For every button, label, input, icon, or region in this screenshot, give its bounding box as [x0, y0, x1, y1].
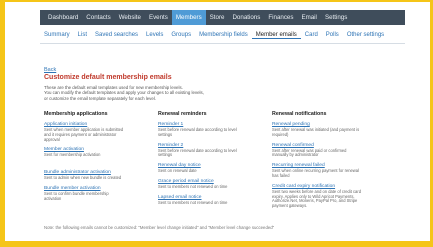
desc-line: Sent on renewal date: [158, 168, 197, 174]
desc-line: settings: [158, 131, 173, 137]
email-description: Sent on renewal date: [158, 168, 268, 174]
desc-line: payment gateways.: [272, 203, 308, 209]
desc-line: Sent to members not renewed on time: [158, 183, 228, 189]
desc-line: required): [272, 131, 289, 137]
email-entry: Reminder 2 Sent before renewal date acco…: [158, 143, 268, 159]
subnav-divider: [40, 43, 405, 44]
email-entry: Renewal pending Sent after renewal was i…: [272, 122, 400, 138]
email-description: Sent to admin when new bundle is created: [44, 175, 154, 181]
back-link[interactable]: Back: [44, 67, 56, 73]
topnav-item-settings[interactable]: Settings: [321, 10, 351, 25]
email-description: Sent after renewal was initiated (and pa…: [272, 127, 400, 138]
desc-line: manually by administrator: [272, 152, 319, 158]
desc-line: Sent for membership activation: [44, 152, 101, 158]
subnav-item-polls[interactable]: Polls: [322, 32, 343, 38]
email-description: Sent to members not renewed on time: [158, 199, 268, 206]
email-entry: Bundle administrator activation Sent to …: [44, 170, 154, 181]
email-entry: Renewal confirmed Sent after renewal was…: [272, 143, 400, 159]
subnav-item-other-settings[interactable]: Other settings: [343, 32, 388, 38]
email-entry: Reminder 1 Sent before renewal date acco…: [158, 122, 268, 138]
email-description: Sent before renewal date according to le…: [158, 127, 268, 138]
desc-line: has failed: [272, 172, 290, 178]
page-title: Customize default membership emails: [44, 74, 172, 81]
email-entry: Recurring renewal failed Sent when onlin…: [272, 163, 400, 179]
email-entry: Renewal day notice Sent on renewal date: [158, 163, 268, 174]
sub-navigation: Summary List Saved searches Levels Group…: [40, 28, 405, 42]
desc-line: Sent to admin when new bundle is created: [44, 175, 122, 181]
subnav-item-summary[interactable]: Summary: [40, 32, 74, 38]
topnav-item-email[interactable]: Email: [297, 10, 320, 25]
topnav-item-store[interactable]: Store: [206, 10, 229, 25]
subnav-item-levels[interactable]: Levels: [142, 32, 167, 38]
email-description: Sent before renewal date according to le…: [158, 148, 268, 159]
column-heading: Renewal reminders: [158, 111, 207, 117]
topnav-item-donations[interactable]: Donations: [228, 10, 264, 25]
email-description: Sent to confirm bundle membership activa…: [44, 191, 154, 202]
subnav-item-saved-searches[interactable]: Saved searches: [91, 32, 142, 38]
topnav-item-members[interactable]: Members: [171, 10, 206, 25]
topnav-item-events[interactable]: Events: [145, 10, 172, 25]
email-entry: Member activation Sent for membership ac…: [44, 147, 154, 158]
footer-note: Note: the following emails cannot be cus…: [44, 225, 275, 230]
column-heading: Membership applications: [44, 111, 108, 117]
topnav-item-contacts[interactable]: Contacts: [82, 10, 114, 25]
topnav-item-finances[interactable]: Finances: [264, 10, 297, 25]
desc-line: activation: [44, 195, 62, 201]
column-renewal-reminders: Renewal reminders Reminder 1 Sent before…: [158, 111, 268, 211]
intro-text: These are the default email templates us…: [44, 85, 264, 101]
topnav-item-website[interactable]: Website: [115, 10, 145, 25]
top-navigation: Dashboard Contacts Website Events Member…: [40, 10, 405, 25]
desc-line: Sent to members not renewed on time: [158, 199, 228, 205]
column-renewal-notifications: Renewal notifications Renewal pending Se…: [272, 111, 400, 214]
email-description: Sent when online recurring payment for r…: [272, 168, 400, 179]
email-description: Sent when member application is submitte…: [44, 127, 154, 142]
column-membership-applications: Membership applications Application init…: [44, 111, 154, 207]
email-entry: Lapsed email notice Sent to members not …: [158, 195, 268, 206]
email-description: Sent after renewal was paid or confirmed…: [272, 148, 400, 159]
subnav-item-member-emails[interactable]: Member emails: [251, 32, 301, 39]
subnav-item-card[interactable]: Card: [301, 32, 322, 38]
desc-line: settings: [158, 152, 173, 158]
email-entry: Grace period email notice Sent to member…: [158, 179, 268, 190]
subnav-item-groups[interactable]: Groups: [167, 32, 195, 38]
desc-line: approval: [44, 136, 60, 142]
email-description: Sent for membership activation: [44, 153, 154, 158]
email-description: Sent two weeks before and on date of cre…: [272, 189, 400, 209]
email-entry: Credit card expiry notification Sent two…: [272, 184, 400, 209]
email-entry: Bundle member activation Sent to confirm…: [44, 186, 154, 202]
email-entry: Application initiation Sent when member …: [44, 122, 154, 142]
column-heading: Renewal notifications: [272, 111, 327, 117]
subnav-item-list[interactable]: List: [74, 32, 91, 38]
subnav-item-membership-fields[interactable]: Membership fields: [195, 32, 252, 38]
email-description: Sent to members not renewed on time: [158, 183, 268, 190]
topnav-item-dashboard[interactable]: Dashboard: [44, 10, 82, 25]
intro-line: or customize the email template separate…: [44, 95, 157, 101]
